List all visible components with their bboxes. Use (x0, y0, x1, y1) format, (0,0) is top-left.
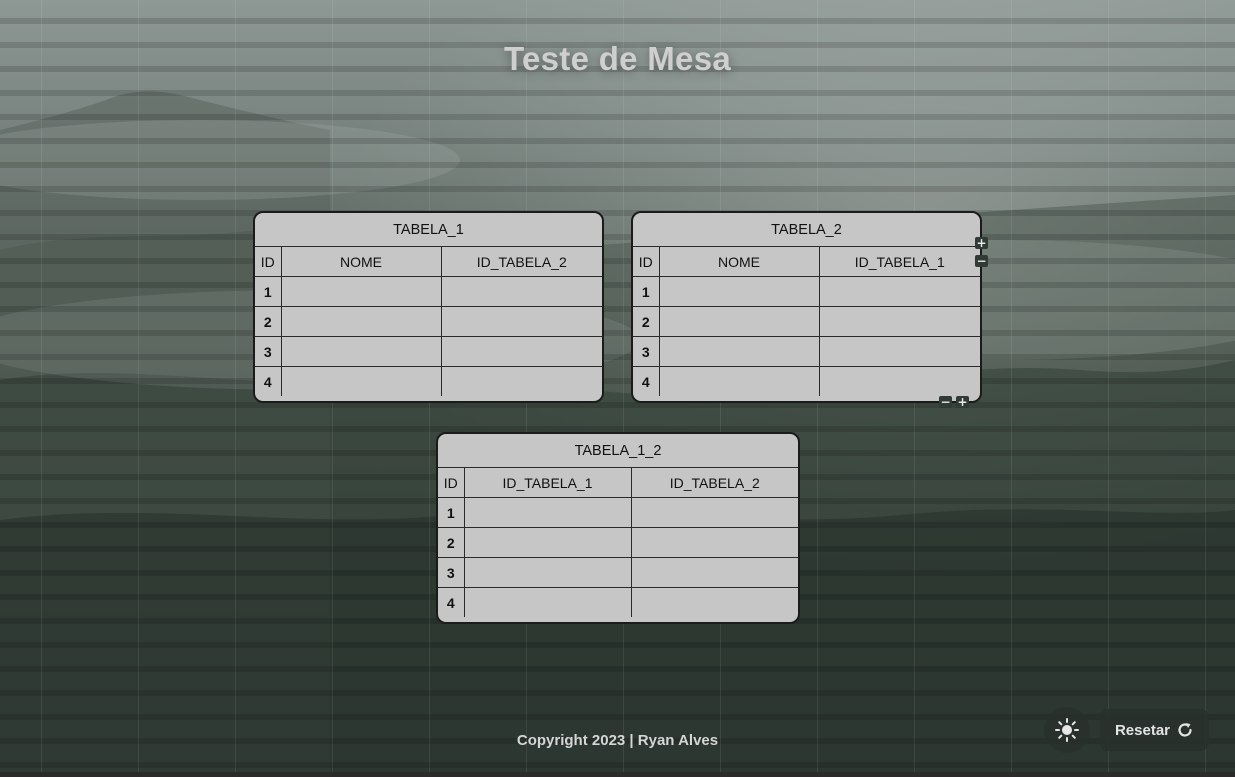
column-header-id: ID (438, 467, 465, 498)
column-header-id: ID (633, 246, 660, 277)
row-id: 3 (438, 557, 465, 588)
table-tabela-2: TABELA_2 ID NOME ID_TABELA_1 1 2 3 4 (633, 213, 980, 396)
add-row-button[interactable]: + (956, 396, 969, 408)
refresh-icon (1178, 723, 1192, 737)
sun-icon (1055, 718, 1079, 742)
table-row: 1 (438, 497, 798, 528)
row-id: 2 (255, 306, 282, 337)
cell-input[interactable] (440, 276, 602, 307)
column-header-id-tabela-1: ID_TABELA_1 (818, 246, 980, 277)
cell-input[interactable] (280, 306, 442, 337)
row-id: 1 (255, 276, 282, 307)
cell-input[interactable] (280, 336, 442, 367)
table-row: 3 (438, 557, 798, 588)
cell-input[interactable] (630, 527, 798, 558)
cell-input[interactable] (440, 366, 602, 396)
row-id: 4 (255, 366, 282, 396)
table-title: TABELA_1_2 (438, 434, 798, 468)
table-row: 1 (633, 276, 980, 307)
table-row: 2 (438, 527, 798, 558)
table-title: TABELA_1 (255, 213, 602, 247)
page-title: Teste de Mesa (503, 40, 732, 77)
cell-input[interactable] (463, 587, 632, 617)
column-header-nome: NOME (280, 246, 442, 277)
table-row: 2 (633, 306, 980, 337)
row-id: 3 (255, 336, 282, 367)
column-header-id-tabela-2: ID_TABELA_2 (440, 246, 602, 277)
row-id: 1 (633, 276, 660, 307)
cell-input[interactable] (658, 336, 820, 367)
cell-input[interactable] (630, 557, 798, 588)
row-id: 2 (438, 527, 465, 558)
table-row: 1 (255, 276, 602, 307)
row-id: 4 (633, 366, 660, 396)
cell-input[interactable] (658, 276, 820, 307)
cell-input[interactable] (818, 276, 980, 307)
cell-input[interactable] (463, 557, 632, 588)
remove-column-button[interactable]: − (975, 255, 988, 267)
cell-input[interactable] (280, 366, 442, 396)
reset-button[interactable]: Resetar (1100, 709, 1209, 751)
row-id: 4 (438, 587, 465, 617)
row-id: 1 (438, 497, 465, 528)
cell-input[interactable] (658, 366, 820, 396)
remove-row-button[interactable]: − (939, 396, 952, 408)
cell-input[interactable] (463, 497, 632, 528)
cell-input[interactable] (630, 587, 798, 617)
cell-input[interactable] (440, 336, 602, 367)
cell-input[interactable] (818, 306, 980, 337)
theme-toggle-button[interactable] (1044, 707, 1090, 753)
table-card-tabela-1-2: TABELA_1_2 ID ID_TABELA_1 ID_TABELA_2 1 … (436, 432, 800, 624)
cell-input[interactable] (630, 497, 798, 528)
row-id: 3 (633, 336, 660, 367)
rain-overlay (0, 0, 1235, 777)
table-row: 4 (438, 587, 798, 617)
add-column-button[interactable]: + (975, 237, 988, 249)
column-header-id-tabela-2: ID_TABELA_2 (630, 467, 798, 498)
cell-input[interactable] (818, 336, 980, 367)
column-header-id: ID (255, 246, 282, 277)
cell-input[interactable] (658, 306, 820, 337)
table-row: 4 (255, 366, 602, 396)
cell-input[interactable] (818, 366, 980, 396)
table-card-tabela-1: TABELA_1 ID NOME ID_TABELA_2 1 2 3 4 (253, 211, 604, 403)
reset-label: Resetar (1114, 721, 1171, 739)
table-row: 3 (255, 336, 602, 367)
table-row: 4 (633, 366, 980, 396)
table-tabela-1-2: TABELA_1_2 ID ID_TABELA_1 ID_TABELA_2 1 … (438, 434, 798, 617)
table-row: 3 (633, 336, 980, 367)
table-tabela-1: TABELA_1 ID NOME ID_TABELA_2 1 2 3 4 (255, 213, 602, 396)
cell-input[interactable] (440, 306, 602, 337)
table-title: TABELA_2 (633, 213, 980, 247)
table-card-tabela-2: TABELA_2 ID NOME ID_TABELA_1 1 2 3 4 (631, 211, 982, 403)
column-header-id-tabela-1: ID_TABELA_1 (463, 467, 632, 498)
table-row: 2 (255, 306, 602, 337)
cell-input[interactable] (463, 527, 632, 558)
bottom-bar (0, 772, 1235, 777)
row-id: 2 (633, 306, 660, 337)
cell-input[interactable] (280, 276, 442, 307)
column-header-nome: NOME (658, 246, 820, 277)
